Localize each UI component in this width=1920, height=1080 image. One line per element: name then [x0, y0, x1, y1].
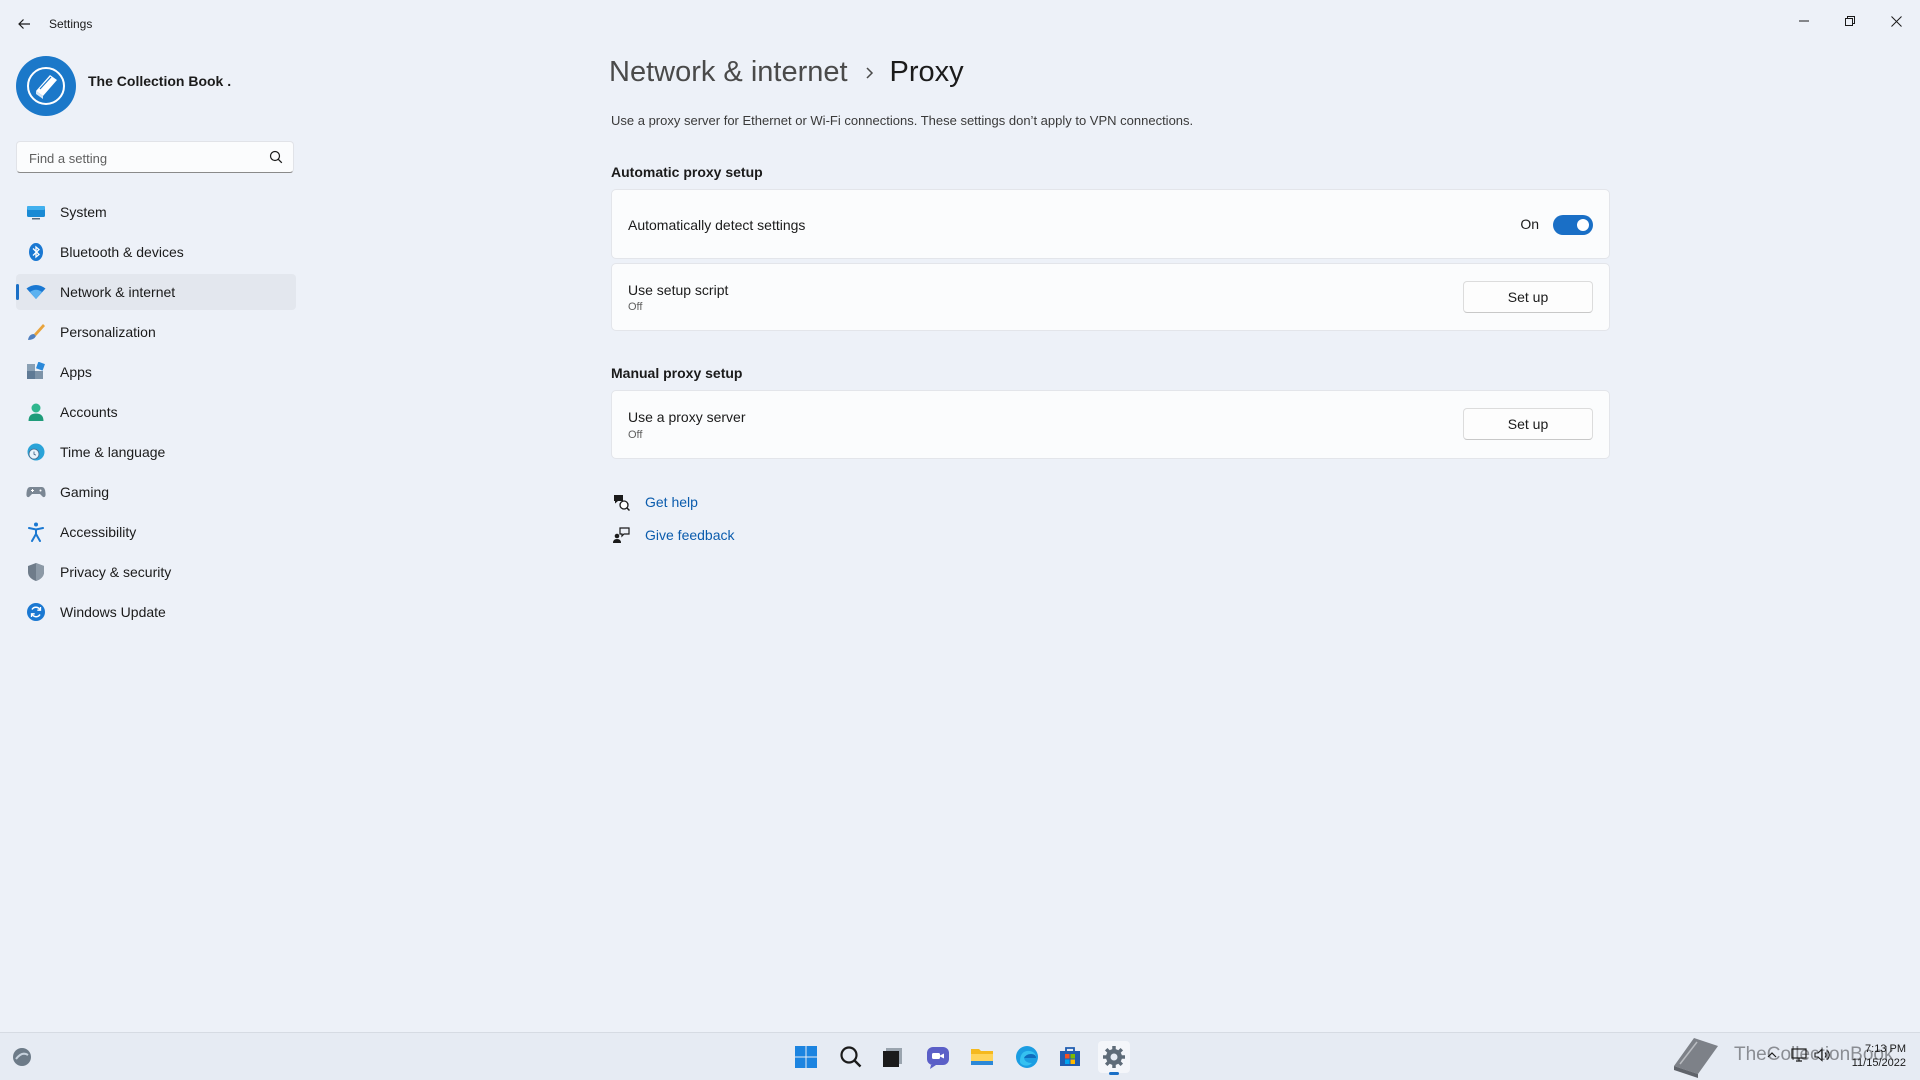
sidebar-item-privacy-security[interactable]: Privacy & security [16, 554, 296, 590]
manual-proxy-heading: Manual proxy setup [611, 365, 743, 381]
taskbar [0, 1032, 1920, 1080]
minimize-button[interactable] [1782, 6, 1826, 36]
sidebar-nav: System Bluetooth & devices Network & int… [16, 194, 296, 634]
active-app-indicator [1109, 1072, 1119, 1075]
task-view-icon[interactable] [877, 1041, 909, 1073]
sidebar-item-gaming[interactable]: Gaming [16, 474, 296, 510]
file-explorer-icon[interactable] [966, 1041, 998, 1073]
edge-icon[interactable] [1011, 1041, 1043, 1073]
profile-name: The Collection Book . [88, 73, 232, 89]
network-tray-icon[interactable] [1790, 1046, 1808, 1064]
back-button[interactable] [12, 12, 36, 36]
chevron-right-icon [864, 66, 874, 80]
gamepad-icon [25, 481, 47, 503]
shield-icon [25, 561, 47, 583]
page-description: Use a proxy server for Ethernet or Wi-Fi… [611, 113, 1194, 128]
accessibility-icon [25, 521, 47, 543]
proxy-server-card: Use a proxy server Off Set up [611, 390, 1610, 459]
page-title: Proxy [889, 56, 964, 88]
auto-detect-label: Automatically detect settings [628, 217, 806, 233]
auto-detect-state: On [1520, 216, 1539, 232]
get-help-link[interactable]: Get help [611, 492, 698, 512]
sidebar-item-accessibility[interactable]: Accessibility [16, 514, 296, 550]
bluetooth-icon [25, 241, 47, 263]
sidebar-item-personalization[interactable]: Personalization [16, 314, 296, 350]
sidebar-item-label: Privacy & security [60, 564, 172, 580]
search-input[interactable] [27, 148, 261, 168]
sidebar-item-label: Accounts [60, 404, 118, 420]
settings-window: Settings The Collection Book . Find a se… [0, 0, 1920, 1032]
search-icon[interactable] [269, 150, 283, 164]
close-button[interactable] [1874, 6, 1918, 36]
sidebar-item-label: Personalization [60, 324, 156, 340]
toggle-knob [1577, 219, 1589, 231]
avatar [16, 56, 76, 116]
sidebar-item-accounts[interactable]: Accounts [16, 394, 296, 430]
clock-time: 7:13 PM [1865, 1043, 1906, 1055]
automatic-proxy-heading: Automatic proxy setup [611, 164, 763, 180]
settings-icon[interactable] [1098, 1041, 1130, 1075]
give-feedback-link[interactable]: Give feedback [611, 525, 735, 545]
back-arrow-icon [18, 19, 30, 29]
get-help-label: Get help [645, 494, 698, 510]
sidebar-item-apps[interactable]: Apps [16, 354, 296, 390]
auto-detect-card: Automatically detect settings On [611, 189, 1610, 259]
feedback-icon [611, 525, 631, 545]
sidebar-item-label: System [60, 204, 107, 220]
proxy-server-status: Off [628, 429, 643, 441]
sidebar-item-system[interactable]: System [16, 194, 296, 230]
proxy-server-label: Use a proxy server [628, 409, 746, 425]
help-icon [611, 492, 631, 512]
title-bar: Settings [0, 0, 1920, 46]
globe-clock-icon [25, 441, 47, 463]
setup-script-label: Use setup script [628, 282, 729, 298]
chevron-up-icon[interactable] [1763, 1046, 1781, 1064]
breadcrumb-parent-link[interactable]: Network & internet [609, 56, 848, 89]
brush-icon [25, 321, 47, 343]
close-icon [1890, 15, 1902, 27]
sidebar-item-label: Accessibility [60, 524, 137, 540]
restore-button[interactable] [1828, 6, 1872, 36]
sidebar-item-bluetooth[interactable]: Bluetooth & devices [16, 234, 296, 270]
sidebar-item-label: Gaming [60, 484, 110, 500]
book-logo-icon [27, 67, 65, 105]
setup-script-status: Off [628, 301, 643, 313]
sidebar-item-time-language[interactable]: Time & language [16, 434, 296, 470]
update-icon [25, 601, 47, 623]
restore-icon [1845, 16, 1855, 26]
system-icon [25, 201, 47, 223]
sidebar-item-label: Time & language [60, 444, 166, 460]
chat-icon[interactable] [922, 1041, 954, 1073]
sidebar-item-windows-update[interactable]: Windows Update [16, 594, 296, 630]
user-profile[interactable]: The Collection Book . [16, 56, 296, 118]
wifi-icon [25, 281, 47, 303]
setup-script-button[interactable]: Set up [1463, 281, 1593, 313]
taskbar-clock[interactable]: 7:13 PM 11/15/2022 [1846, 1042, 1906, 1070]
sidebar-item-label: Network & internet [60, 284, 176, 300]
breadcrumb: Network & internet Proxy [609, 56, 964, 89]
sidebar-item-label: Bluetooth & devices [60, 244, 184, 260]
search-box[interactable] [16, 141, 294, 173]
apps-icon [25, 361, 47, 383]
book-watermark-icon [1674, 1038, 1718, 1078]
sidebar-item-label: Windows Update [60, 604, 166, 620]
store-icon[interactable] [1054, 1041, 1086, 1073]
give-feedback-label: Give feedback [645, 527, 735, 543]
account-icon [25, 401, 47, 423]
sidebar-item-label: Apps [60, 364, 92, 380]
widgets-icon[interactable] [6, 1041, 38, 1073]
start-icon[interactable] [790, 1041, 822, 1073]
setup-script-card: Use setup script Off Set up [611, 263, 1610, 331]
app-title: Settings [49, 17, 93, 31]
search-icon[interactable] [835, 1041, 867, 1073]
minimize-icon [1799, 20, 1809, 22]
proxy-server-setup-button[interactable]: Set up [1463, 408, 1593, 440]
clock-date: 11/15/2022 [1851, 1057, 1906, 1069]
auto-detect-toggle[interactable] [1553, 215, 1593, 235]
sidebar-item-network[interactable]: Network & internet [16, 274, 296, 310]
volume-icon[interactable] [1814, 1046, 1832, 1064]
